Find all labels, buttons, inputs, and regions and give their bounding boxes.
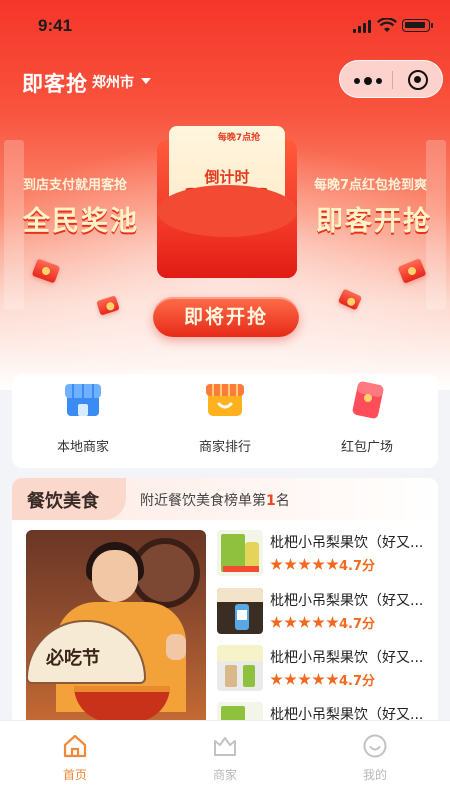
food-list-item[interactable]: 枇杷小吊梨果饮（好又... 4.7分 [217,530,432,582]
quick-nav: 本地商家 商家排行 红包广场 [12,374,438,468]
food-list-item[interactable]: 枇杷小吊梨果饮（好又... 4.7分 [217,645,432,697]
food-list-item[interactable]: 枇杷小吊梨果饮（好又... 4.7分 [217,588,432,640]
promo-right-title: 即客开抢 [316,206,432,237]
promo-left-caption: 到店支付就用客抢 [23,178,128,193]
tab-label: 首页 [62,768,87,782]
city-selector[interactable]: 郑州市 [92,72,134,92]
food-banner-image[interactable]: 必吃节 [26,530,206,728]
countdown-envelope: 每晚7点抢 倒计时 30:56 [157,126,297,278]
store-icon [65,384,101,416]
product-thumbnail [217,645,263,691]
tab-profile[interactable]: 我的 [300,721,450,800]
nav-label: 商家排行 [198,440,251,455]
tab-shop[interactable]: 商家 [150,721,300,800]
food-header: 餐饮美食 附近餐饮美食榜单第1名 [12,478,438,520]
food-section: 餐饮美食 附近餐饮美食榜单第1名 必吃节 枇杷小吊梨果饮（好又... 4.7分 [12,478,438,728]
shop-icon [214,737,236,756]
item-score: 4.7分 [339,617,376,632]
item-name: 枇杷小吊梨果饮（好又... [270,593,424,609]
promo-right-caption: 每晚7点红包抢到爽 [314,178,428,193]
home-icon [63,734,87,758]
nav-red-packet-square[interactable]: 红包广场 [296,374,438,468]
product-thumbnail [217,530,263,576]
decor-pillar [4,140,24,310]
grab-button[interactable]: 即将开抢 [153,297,299,337]
miniprogram-capsule [339,60,443,98]
tab-home[interactable]: 首页 [0,721,150,800]
banner-person-face [92,550,138,602]
nav-local-merchants[interactable]: 本地商家 [12,374,154,468]
capsule-divider [392,71,393,89]
bottom-tab-bar: 首页 商家 我的 [0,720,450,800]
ranking-icon [206,384,244,416]
nav-merchant-ranking[interactable]: 商家排行 [154,374,296,468]
status-bar: 9:41 [0,0,450,52]
banner-bowl [74,686,170,722]
food-title[interactable]: 餐饮美食 [27,487,99,513]
wifi-icon [377,18,397,32]
profile-icon [363,734,387,758]
nav-label: 红包广场 [340,440,393,455]
promo-left-title: 全民奖池 [23,206,139,237]
rating-stars [270,671,340,685]
signal-icon [353,20,373,33]
status-time: 9:41 [38,16,73,35]
tab-label: 我的 [362,768,387,782]
banner-fan-text: 必吃节 [46,648,100,669]
rating-stars [270,556,340,570]
more-icon[interactable] [354,77,382,85]
tab-label: 商家 [212,768,237,782]
envelope-flap [157,185,297,278]
app-brand: 即客抢 [22,72,88,96]
app-screen: 9:41 即客抢 郑州市 到店支付就用客抢 全民奖池 每晚7点红包抢到爽 即客开… [0,0,450,800]
hero-banner: 9:41 即客抢 郑州市 到店支付就用客抢 全民奖池 每晚7点红包抢到爽 即客开… [0,0,450,400]
item-name: 枇杷小吊梨果饮（好又... [270,650,424,666]
red-packet-icon [352,381,384,419]
rating-stars [270,614,340,628]
item-name: 枇杷小吊梨果饮（好又... [270,535,424,551]
nav-label: 本地商家 [56,440,109,455]
thumbs-up-icon [166,634,186,660]
close-miniprogram-icon[interactable] [408,70,428,90]
item-score: 4.7分 [339,559,376,574]
battery-icon [402,19,433,32]
item-score: 4.7分 [339,674,376,689]
envelope-tag: 每晚7点抢 [217,133,261,143]
chevron-down-icon[interactable] [141,78,151,84]
food-subtitle: 附近餐饮美食榜单第1名 [140,493,290,509]
product-thumbnail [217,588,263,634]
